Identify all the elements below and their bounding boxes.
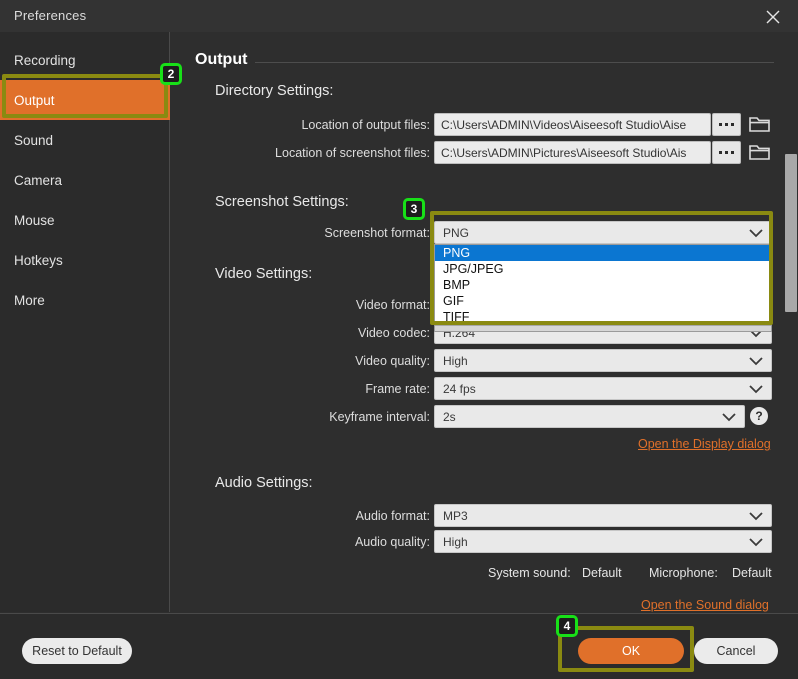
microphone-value: Default	[732, 566, 772, 580]
window-title: Preferences	[14, 8, 87, 23]
keyframe-interval-value: 2s	[443, 409, 456, 424]
audio-format-select[interactable]: MP3	[434, 504, 772, 527]
screenshot-folder-icon[interactable]	[749, 142, 771, 162]
chevron-down-icon	[749, 383, 763, 397]
open-sound-dialog-link[interactable]: Open the Sound dialog	[641, 598, 769, 612]
audio-quality-label: Audio quality:	[354, 535, 430, 549]
page-title: Output	[195, 51, 248, 68]
chevron-down-icon	[749, 227, 763, 241]
vertical-scrollbar[interactable]	[784, 32, 798, 612]
sidebar-label: Output	[14, 92, 55, 108]
sidebar-label: Sound	[14, 132, 54, 148]
system-sound-value: Default	[582, 566, 622, 580]
audio-format-value: MP3	[443, 508, 468, 523]
reset-to-default-button[interactable]: Reset to Default	[22, 638, 132, 664]
screenshot-format-dropdown[interactable]: PNG JPG/JPEG BMP GIF TIFF	[434, 244, 772, 332]
dropdown-option-jpg[interactable]: JPG/JPEG	[435, 261, 771, 277]
output-folder-icon[interactable]	[749, 114, 771, 134]
ok-button[interactable]: OK	[578, 638, 684, 664]
screenshot-format-label: Screenshot format:	[324, 226, 430, 240]
screenshot-format-value: PNG	[443, 225, 470, 240]
sidebar: Recording Output Sound Camera Mouse Hotk…	[0, 32, 170, 612]
frame-rate-select[interactable]: 24 fps	[434, 377, 772, 400]
video-quality-select[interactable]: High	[434, 349, 772, 372]
sidebar-item-mouse[interactable]: Mouse	[0, 200, 170, 240]
footer-bar: Reset to Default OK Cancel	[0, 613, 798, 679]
settings-pane: Output Directory Settings: Location of o…	[171, 32, 798, 612]
annotation-badge-3: 3	[403, 198, 425, 220]
screenshot-settings-heading: Screenshot Settings:	[215, 194, 349, 210]
video-codec-label: Video codec:	[357, 326, 430, 340]
help-icon[interactable]: ?	[750, 407, 768, 425]
keyframe-interval-select[interactable]: 2s	[434, 405, 745, 428]
audio-format-label: Audio format:	[355, 509, 430, 523]
chevron-down-icon	[722, 411, 736, 425]
sidebar-label: Hotkeys	[14, 252, 63, 268]
sidebar-item-sound[interactable]: Sound	[0, 120, 170, 160]
dropdown-option-png[interactable]: PNG	[435, 245, 771, 261]
open-display-dialog-link[interactable]: Open the Display dialog	[638, 437, 771, 451]
annotation-badge-2: 2	[160, 63, 182, 85]
scrollbar-thumb[interactable]	[785, 154, 797, 312]
screenshot-location-label: Location of screenshot files:	[275, 146, 430, 160]
video-settings-heading: Video Settings:	[215, 266, 313, 282]
output-location-input[interactable]: C:\Users\ADMIN\Videos\Aiseesoft Studio\A…	[434, 113, 711, 136]
dropdown-scroll-strip[interactable]	[435, 325, 771, 331]
video-format-label: Video format:	[355, 298, 430, 312]
sidebar-item-more[interactable]: More	[0, 280, 170, 320]
screenshot-browse-button[interactable]	[712, 141, 741, 164]
keyframe-interval-label: Keyframe interval:	[329, 410, 430, 424]
title-rule	[255, 62, 774, 63]
system-sound-label: System sound:	[488, 566, 571, 580]
annotation-badge-4: 4	[556, 615, 578, 637]
frame-rate-value: 24 fps	[443, 381, 476, 396]
audio-quality-select[interactable]: High	[434, 530, 772, 553]
sidebar-label: Mouse	[14, 212, 55, 228]
chevron-down-icon	[749, 510, 763, 524]
sidebar-item-recording[interactable]: Recording	[0, 40, 170, 80]
sidebar-item-hotkeys[interactable]: Hotkeys	[0, 240, 170, 280]
dropdown-option-gif[interactable]: GIF	[435, 293, 771, 309]
screenshot-location-input[interactable]: C:\Users\ADMIN\Pictures\Aiseesoft Studio…	[434, 141, 711, 164]
dropdown-option-bmp[interactable]: BMP	[435, 277, 771, 293]
close-icon[interactable]	[758, 4, 788, 30]
chevron-down-icon	[749, 355, 763, 369]
cancel-button[interactable]: Cancel	[694, 638, 778, 664]
chevron-down-icon	[749, 536, 763, 550]
directory-settings-heading: Directory Settings:	[215, 83, 334, 99]
video-quality-label: Video quality:	[355, 354, 430, 368]
microphone-label: Microphone:	[649, 566, 718, 580]
video-quality-value: High	[443, 353, 468, 368]
sidebar-label: Camera	[14, 172, 63, 188]
output-location-label: Location of output files:	[301, 118, 430, 132]
audio-settings-heading: Audio Settings:	[215, 475, 313, 491]
sidebar-item-output[interactable]: Output	[0, 80, 170, 120]
sidebar-item-camera[interactable]: Camera	[0, 160, 170, 200]
sidebar-label: More	[14, 292, 45, 308]
title-bar: Preferences	[0, 0, 798, 32]
screenshot-format-select[interactable]: PNG	[434, 221, 772, 244]
sidebar-label: Recording	[14, 52, 76, 68]
preferences-window: Preferences Recording Output Sound Camer…	[0, 0, 798, 679]
frame-rate-label: Frame rate:	[365, 382, 430, 396]
dropdown-option-tiff[interactable]: TIFF	[435, 309, 771, 325]
output-browse-button[interactable]	[712, 113, 741, 136]
audio-quality-value: High	[443, 534, 468, 549]
